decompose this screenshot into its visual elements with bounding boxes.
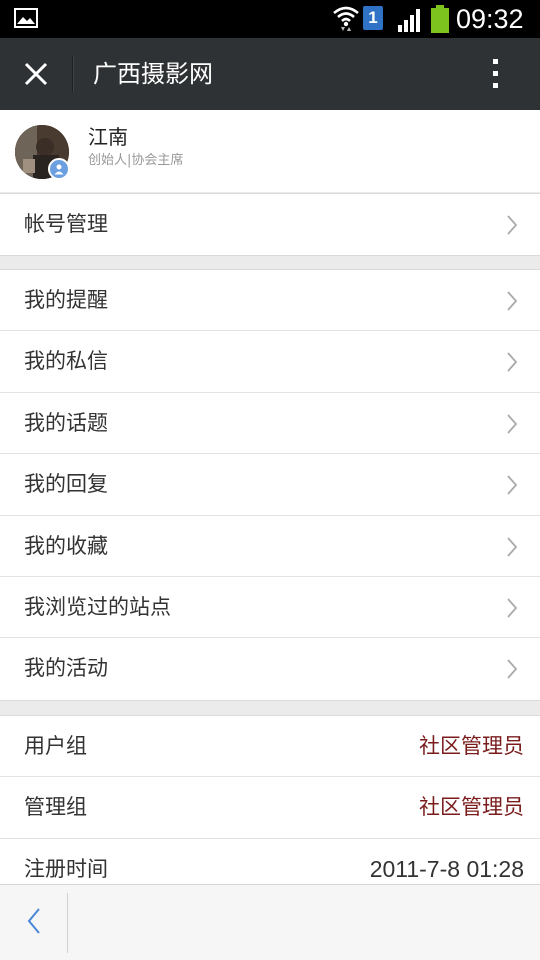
status-bar: 1 09:32 [0, 0, 540, 38]
menu-item-messages[interactable]: 我的私信 [0, 331, 540, 393]
account-section: 帐号管理 [0, 193, 540, 257]
menu-item-label: 我的提醒 [24, 288, 108, 312]
info-row-admin-group: 管理组 社区管理员 [0, 777, 540, 839]
wifi-icon [333, 6, 359, 31]
menu-item-activities[interactable]: 我的活动 [0, 638, 540, 699]
title-divider [72, 56, 73, 92]
chevron-right-icon [507, 536, 518, 557]
chevron-right-icon [507, 598, 518, 618]
back-button[interactable] [14, 901, 54, 941]
menu-item-visited-sites[interactable]: 我浏览过的站点 [0, 577, 540, 639]
menu-item-account-management[interactable]: 帐号管理 [0, 194, 540, 255]
chevron-right-icon [507, 659, 518, 679]
battery-icon [431, 5, 449, 33]
sim-badge: 1 [363, 6, 383, 30]
info-label: 用户组 [24, 734, 87, 758]
menu-item-label: 我的活动 [24, 656, 108, 681]
menu-item-label: 我的回复 [24, 472, 108, 497]
menu-item-topics[interactable]: 我的话题 [0, 393, 540, 455]
user-name: 江南 [88, 125, 128, 149]
info-row-user-group: 用户组 社区管理员 [0, 716, 540, 778]
menu-item-label: 我的私信 [24, 349, 108, 374]
clock: 09:32 [456, 4, 524, 34]
info-value: 社区管理员 [419, 734, 524, 758]
signal-icon [398, 9, 420, 32]
chevron-right-icon [507, 291, 518, 311]
bottom-toolbar [0, 884, 540, 960]
close-icon [24, 62, 48, 86]
menu-item-label: 帐号管理 [24, 212, 108, 236]
gallery-icon [14, 8, 38, 28]
user-badge-icon [48, 158, 70, 180]
profile-card[interactable]: 江南 创始人|协会主席 [0, 110, 540, 192]
chevron-right-icon [507, 352, 518, 372]
close-button[interactable] [14, 52, 58, 96]
menu-section: 我的提醒 我的私信 我的话题 我的回复 我的收藏 我浏览过的站点 我的活动 [0, 269, 540, 701]
page-title: 广西摄影网 [93, 60, 213, 88]
chevron-right-icon [507, 215, 518, 235]
toolbar-divider [67, 893, 68, 953]
more-vertical-icon [493, 59, 498, 88]
chevron-right-icon [507, 414, 518, 434]
more-button[interactable] [474, 52, 518, 96]
menu-item-replies[interactable]: 我的回复 [0, 454, 540, 516]
menu-item-reminders[interactable]: 我的提醒 [0, 270, 540, 332]
menu-item-label: 我的话题 [24, 410, 108, 435]
info-section: 用户组 社区管理员 管理组 社区管理员 注册时间 2011-7-8 01:28 [0, 715, 540, 902]
chevron-right-icon [507, 475, 518, 495]
menu-item-label: 我的收藏 [24, 533, 108, 558]
menu-item-favorites[interactable]: 我的收藏 [0, 516, 540, 577]
info-label: 管理组 [24, 795, 87, 820]
title-bar: 广西摄影网 [0, 38, 540, 110]
info-value: 社区管理员 [419, 795, 524, 820]
menu-item-label: 我浏览过的站点 [24, 594, 171, 619]
chevron-left-icon [27, 908, 40, 934]
user-role: 创始人|协会主席 [88, 153, 184, 168]
